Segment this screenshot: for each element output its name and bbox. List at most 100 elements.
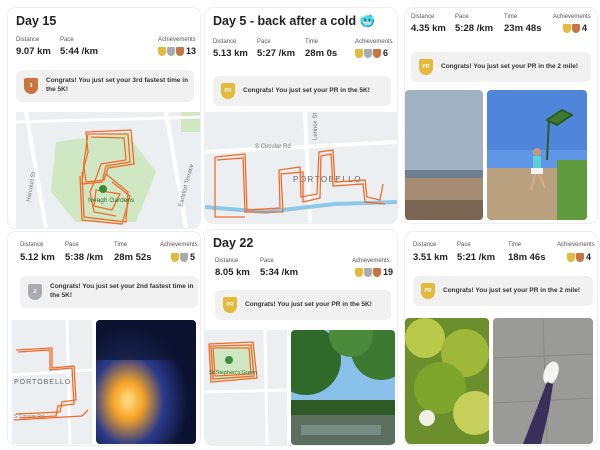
gold-medal-icon [563,23,571,33]
activity-title: Day 5 - back after a cold 🥶 [213,14,376,28]
achievement-medals: 13 [158,46,196,56]
running-feet-photo[interactable] [493,318,593,444]
distance-label: Distance [213,39,237,45]
distance-value: 4.35 km [411,23,446,34]
route-map[interactable]: PORTOBELLO S Circular Rd [12,320,92,444]
time-label: Time [508,242,522,248]
pr-medal-icon: PR [221,83,235,99]
activity-card-day15[interactable]: Day 15 Distance 9.07 km Pace 5:44 /km Ac… [8,8,200,228]
distance-label: Distance [413,242,437,248]
achievement-banner[interactable]: PR Congrats! You just set your PR in the… [413,276,593,306]
route-map-svg: Harcourt St Earlsfort Terrace Iveagh Gar… [16,112,200,228]
activity-title: Day 15 [16,14,57,28]
achievement-banner[interactable]: PR Congrats! You just set your PR in the… [411,52,591,82]
bronze-medal-icon [572,23,580,33]
achievement-banner[interactable]: 3 Congrats! You just set your 3rd fastes… [16,70,194,102]
activity-card-day22[interactable]: Day 22 Distance 8.05 km Pace 5:34 /km Ac… [205,230,397,445]
achievement-banner-text: Congrats! You just set your 2nd fastest … [50,283,194,299]
gold-medal-icon [567,252,575,262]
night-photo[interactable] [96,320,196,444]
beach-photo[interactable] [405,90,483,220]
achievement-banner-text: Congrats! You just set your PR in the 2 … [443,286,581,294]
achievement-medals: 4 [563,23,587,33]
achievement-count: 19 [383,267,394,277]
street-label: S Circular Rd [255,144,291,150]
runner-photo[interactable] [487,90,587,220]
bronze-medal-icon [373,48,381,58]
bronze-medal-icon [576,252,584,262]
time-value: 28m 52s [114,252,152,263]
achievement-banner-text: Congrats! You just set your PR in the 2 … [441,62,579,70]
achievement-banner[interactable]: 2 Congrats! You just set your 2nd fastes… [20,276,198,308]
time-value: 18m 46s [508,252,546,263]
achievements-label: Achievements [160,242,198,248]
pace-value: 5:28 /km [455,23,494,34]
silver-medal-icon [364,48,372,58]
gold-medal-icon [158,46,166,56]
flowers-photo-svg [405,318,489,444]
bronze-medal-icon: 3 [24,78,38,94]
silver-medal-icon: 2 [28,284,42,300]
achievements-label: Achievements [352,258,390,264]
pr-medal-icon: PR [421,283,435,299]
achievement-medals: 5 [171,252,195,262]
achievements-label: Achievements [557,242,595,248]
park-pond-photo[interactable] [291,330,395,445]
park-pond-photo-svg [291,330,395,445]
map-place-label: St Stephen's Green [209,370,257,376]
distance-label: Distance [411,14,435,20]
night-photo-svg [96,320,196,444]
activity-card-2-mile-pr-b[interactable]: Distance 3.51 km Pace 5:21 /km Time 18m … [405,232,597,445]
time-label: Time [305,39,319,45]
achievement-banner-text: Congrats! You just set your 3rd fastest … [46,77,189,93]
runner-photo-svg [487,90,587,220]
pace-value: 5:27 /km [257,48,296,59]
silver-medal-icon [364,267,372,277]
pace-label: Pace [257,39,271,45]
achievement-count: 4 [582,23,588,33]
gold-medal-icon [171,252,179,262]
pace-value: 5:34 /km [260,267,299,278]
achievement-count: 13 [186,46,197,56]
pace-label: Pace [260,258,274,264]
map-pin-icon [225,356,233,364]
route-map[interactable]: Harcourt St Earlsfort Terrace Iveagh Gar… [16,112,200,228]
distance-value: 5.13 km [213,48,248,59]
silver-medal-icon [180,252,188,262]
pace-value: 5:21 /km [457,252,496,263]
achievements-label: Achievements [158,37,196,43]
achievement-count: 4 [586,252,592,262]
achievement-medals: 19 [355,267,393,277]
street-label: Lennox St [313,113,319,140]
achievement-banner-text: Congrats! You just set your PR in the 5K… [245,300,372,308]
pace-value: 5:44 /km [60,46,99,57]
running-feet-photo-svg [493,318,593,444]
bronze-medal-icon [373,267,381,277]
achievement-banner-text: Congrats! You just set your PR in the 5K… [243,86,370,94]
achievements-label: Achievements [355,39,393,45]
activity-card-2-mile-pr[interactable]: Distance 4.35 km Pace 5:28 /km Time 23m … [405,8,597,223]
route-map-svg: S Circular Rd Lennox St PORTOBELLO [205,112,397,223]
flowers-photo[interactable] [405,318,489,444]
route-map-svg: PORTOBELLO S Circular Rd [12,320,92,444]
activity-card-day5[interactable]: Day 5 - back after a cold 🥶 Distance 5.1… [205,8,397,223]
map-pin-icon [99,185,107,193]
gold-medal-icon [355,267,363,277]
gold-medal-icon [355,48,363,58]
achievements-label: Achievements [553,14,591,20]
time-label: Time [114,242,128,248]
activity-feed-collage: Day 15 Distance 9.07 km Pace 5:44 /km Ac… [0,0,600,450]
achievement-banner[interactable]: PR Congrats! You just set your PR in the… [213,76,391,106]
route-map-svg: St Stephen's Green [205,330,287,445]
pr-medal-icon: PR [223,297,237,313]
achievement-medals: 4 [567,252,591,262]
distance-label: Distance [16,37,40,43]
route-map[interactable]: S Circular Rd Lennox St PORTOBELLO [205,112,397,223]
activity-title: Day 22 [213,236,254,250]
time-value: 23m 48s [504,23,542,34]
route-map[interactable]: St Stephen's Green [205,330,287,445]
activity-card-2nd-fastest[interactable]: Distance 5.12 km Pace 5:38 /km Time 28m … [8,232,200,445]
distance-value: 3.51 km [413,252,448,263]
map-place-label: Iveagh Gardens [88,197,135,204]
achievement-banner[interactable]: PR Congrats! You just set your PR in the… [215,290,391,320]
